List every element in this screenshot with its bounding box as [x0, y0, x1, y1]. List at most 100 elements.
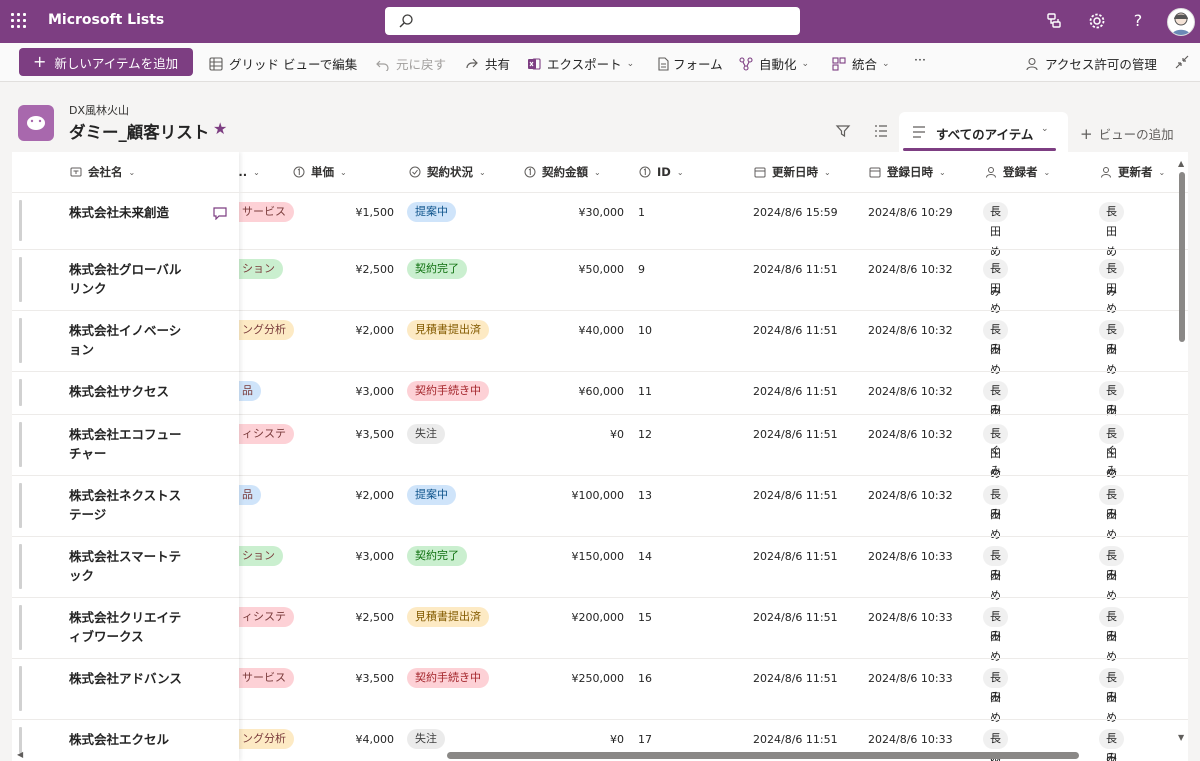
modified-by-person[interactable]: 長田めぐみ — [1099, 729, 1125, 761]
chevron-down-icon: ⌄ — [939, 167, 946, 177]
created-by-person[interactable]: 長田めぐみ — [983, 607, 1009, 703]
app-name[interactable]: Microsoft Lists — [48, 12, 164, 28]
created-by-person[interactable]: 長田めぐみ — [983, 381, 1009, 477]
scroll-up-icon[interactable]: ▲ — [1178, 159, 1184, 168]
modified-by-person[interactable]: 長田めぐみ — [1099, 607, 1125, 703]
comment-icon[interactable] — [212, 206, 228, 220]
created-by-person[interactable]: 長田めぐみ — [983, 320, 1009, 416]
contract-amount: ¥60,000 — [578, 385, 625, 398]
view-options-icon[interactable] — [873, 123, 889, 139]
filter-icon[interactable] — [835, 123, 851, 139]
row-selector[interactable] — [19, 422, 22, 467]
status-badge[interactable]: 提案中 — [407, 202, 456, 222]
column-label: 登録者 — [1003, 165, 1038, 179]
company-name[interactable]: 株式会社未来創造 — [69, 203, 184, 222]
created-by-person[interactable]: 長田めぐみ — [983, 424, 1009, 520]
created-by-person[interactable]: 長田めぐみ — [983, 259, 1009, 355]
modified-date: 2024/8/6 11:51 — [753, 263, 838, 276]
star-icon[interactable]: ★ — [213, 119, 227, 138]
modified-by-person[interactable]: 長田めぐみ — [1099, 259, 1125, 355]
status-badge[interactable]: 見積書提出済 — [407, 607, 489, 627]
more-button[interactable]: ··· — [914, 52, 926, 67]
vertical-scroll-thumb[interactable] — [1179, 172, 1185, 342]
access-button[interactable]: アクセス許可の管理 — [1025, 54, 1157, 73]
company-name[interactable]: 株式会社スマートテック — [69, 547, 184, 585]
status-badge[interactable]: 失注 — [407, 729, 445, 749]
add-view-button[interactable]: + ビューの追加 — [1080, 124, 1174, 143]
company-name[interactable]: 株式会社エクセル — [69, 730, 184, 749]
created-by-person[interactable]: 長田めぐみ — [983, 202, 1009, 298]
export-button[interactable]: エクスポート ⌄ — [527, 54, 634, 73]
company-name[interactable]: 株式会社イノベーション — [69, 321, 184, 359]
undo-button[interactable]: 元に戻す — [376, 54, 446, 73]
status-badge[interactable]: 契約完了 — [407, 546, 467, 566]
company-name[interactable]: 株式会社エコフューチャー — [69, 425, 184, 463]
horizontal-scroll-thumb[interactable] — [447, 752, 1079, 759]
column-header-created-by[interactable]: 登録者 ⌄ — [985, 152, 1050, 192]
chevron-down-icon: ⌄ — [1041, 124, 1049, 134]
created-by-person[interactable]: 長田めぐみ — [983, 668, 1009, 761]
company-name[interactable]: 株式会社アドバンス — [69, 669, 184, 688]
site-name[interactable]: DX風林火山 — [69, 102, 129, 118]
help-icon[interactable]: ? — [1128, 11, 1148, 31]
status-badge[interactable]: 見積書提出済 — [407, 320, 489, 340]
integrate-button[interactable]: 統合 ⌄ — [832, 54, 890, 73]
row-selector[interactable] — [19, 200, 22, 241]
plus-icon: + — [1080, 125, 1093, 143]
form-button[interactable]: フォーム — [656, 54, 723, 73]
column-header-created[interactable]: 登録日時 ⌄ — [869, 152, 946, 192]
column-header-unit-price[interactable]: 単価 ⌄ — [293, 152, 347, 192]
company-name[interactable]: 株式会社グローバルリンク — [69, 260, 184, 298]
created-by-person[interactable]: 長田めぐみ — [983, 485, 1009, 581]
modified-by-person[interactable]: 長田めぐみ — [1099, 424, 1125, 520]
share-button[interactable]: 共有 — [465, 54, 510, 73]
row-selector[interactable] — [19, 605, 22, 650]
created-by-person[interactable]: 長田めぐみ — [983, 546, 1009, 642]
item-id: 11 — [638, 385, 652, 398]
row-selector[interactable] — [19, 544, 22, 589]
modified-by-person[interactable]: 長田めぐみ — [1099, 485, 1125, 581]
app-launcher-icon[interactable] — [10, 12, 28, 30]
row-selector[interactable] — [19, 666, 22, 711]
column-header-amount[interactable]: 契約金額 ⌄ — [524, 152, 601, 192]
column-header-company[interactable]: 会社名 ⌄ — [70, 152, 135, 192]
status-badge[interactable]: 失注 — [407, 424, 445, 444]
row-selector[interactable] — [19, 483, 22, 528]
company-name[interactable]: 株式会社ネクストステージ — [69, 486, 184, 524]
new-item-label: 新しいアイテムを追加 — [54, 55, 179, 71]
status-badge[interactable]: 契約完了 — [407, 259, 467, 279]
search-input[interactable] — [385, 7, 800, 35]
column-header-status[interactable]: 契約状況 ⌄ — [409, 152, 486, 192]
column-header-modified-by[interactable]: 更新者 ⌄ — [1100, 152, 1165, 192]
column-header-modified[interactable]: 更新日時 ⌄ — [754, 152, 831, 192]
status-badge[interactable]: 契約手続き中 — [407, 381, 489, 401]
status-badge[interactable]: 提案中 — [407, 485, 456, 505]
scroll-left-icon[interactable]: ◀ — [17, 750, 23, 759]
collapse-icon[interactable] — [1175, 55, 1189, 69]
tab-all-items[interactable]: すべてのアイテム ⌄ — [899, 112, 1068, 153]
scroll-down-icon[interactable]: ▼ — [1178, 733, 1184, 742]
status-badge[interactable]: 契約手続き中 — [407, 668, 489, 688]
row-selector[interactable] — [19, 318, 22, 363]
search-icon — [399, 14, 413, 28]
new-item-button[interactable]: + 新しいアイテムを追加 — [19, 48, 193, 76]
column-header-id[interactable]: ID ⌄ — [639, 152, 684, 192]
gear-icon[interactable] — [1087, 11, 1107, 31]
grid-edit-button[interactable]: グリッド ビューで編集 — [209, 54, 357, 73]
company-name[interactable]: 株式会社クリエイティブワークス — [69, 608, 184, 646]
avatar[interactable] — [1167, 8, 1195, 36]
modified-by-person[interactable]: 長田めぐみ — [1099, 320, 1125, 416]
created-date: 2024/8/6 10:32 — [868, 428, 953, 441]
modified-by-person[interactable]: 長田めぐみ — [1099, 381, 1125, 477]
row-selector[interactable] — [19, 257, 22, 302]
unit-price: ¥3,000 — [355, 550, 395, 563]
created-by-person[interactable]: 長田めぐみ — [983, 729, 1009, 761]
modified-by-person[interactable]: 長田めぐみ — [1099, 202, 1125, 298]
modified-by-person[interactable]: 長田めぐみ — [1099, 546, 1125, 642]
automate-button[interactable]: 自動化 ⌄ — [739, 54, 809, 73]
modified-by-person[interactable]: 長田めぐみ — [1099, 668, 1125, 761]
share-link-icon[interactable] — [1045, 11, 1065, 31]
created-date: 2024/8/6 10:29 — [868, 206, 953, 219]
row-selector[interactable] — [19, 379, 22, 406]
company-name[interactable]: 株式会社サクセス — [69, 382, 184, 401]
